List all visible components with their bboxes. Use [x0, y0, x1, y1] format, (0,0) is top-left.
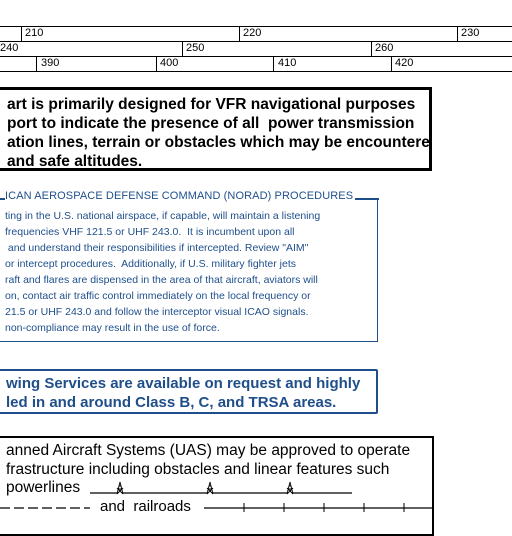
scale-row-3: 390 400 410 420: [0, 56, 512, 71]
norad-line: on, contact air traffic control immediat…: [5, 290, 311, 302]
scale-label: 240: [0, 42, 19, 54]
norad-line: 21.5 or UHF 243.0 and follow the interce…: [5, 306, 309, 318]
scale-label: 400: [160, 57, 179, 69]
scale-row-2: 240 250 260: [0, 41, 512, 56]
scale-label: 210: [25, 27, 44, 39]
norad-line: or intercept procedures. Additionally, i…: [5, 258, 297, 270]
norad-line: frequencies VHF 121.5 or UHF 243.0. It i…: [5, 226, 295, 238]
scale-label: 260: [375, 42, 394, 54]
norad-title: ICAN AEROSPACE DEFENSE COMMAND (NORAD) P…: [5, 188, 356, 204]
uas-line: frastructure including obstacles and lin…: [6, 460, 390, 478]
pipeline-dash-icon: [0, 507, 90, 509]
scale-label: 390: [41, 57, 60, 69]
towing-services-box: wing Services are available on request a…: [0, 369, 378, 414]
power-tower-icon: [206, 481, 214, 495]
scale-label: 230: [461, 27, 480, 39]
scale-row-1: 210 220 230: [0, 26, 512, 41]
uas-line-powerlines: powerlines: [6, 479, 81, 496]
vfr-line: and safe altitudes.: [7, 153, 143, 170]
powerline-legend: [90, 481, 352, 495]
scale-label: 420: [395, 57, 414, 69]
towing-line: led in and around Class B, C, and TRSA a…: [6, 394, 337, 411]
vfr-line: port to indicate the presence of all pow…: [7, 115, 415, 132]
towing-line: wing Services are available on request a…: [6, 375, 361, 392]
norad-body: ting in the U.S. national airspace, if c…: [5, 208, 320, 336]
norad-procedures-box: ICAN AEROSPACE DEFENSE COMMAND (NORAD) P…: [0, 188, 379, 342]
scale-label: 250: [186, 42, 205, 54]
norad-line: raft and flares are dispensed in the are…: [5, 274, 318, 286]
scale-label: 410: [278, 57, 297, 69]
norad-line: ting in the U.S. national airspace, if c…: [5, 210, 321, 222]
scale-label: 220: [243, 27, 262, 39]
uas-line: anned Aircraft Systems (UAS) may be appr…: [6, 442, 411, 459]
power-tower-icon: [286, 481, 294, 495]
norad-line: and understand their responsibilities if…: [5, 242, 309, 254]
railroad-line-icon: [204, 503, 432, 512]
vfr-line: ation lines, terrain or obstacles which …: [7, 134, 432, 151]
norad-line: non-compliance may result in the use of …: [5, 322, 220, 334]
vfr-line: art is primarily designed for VFR naviga…: [7, 96, 416, 113]
power-tower-icon: [116, 481, 124, 495]
vfr-notice-box: art is primarily designed for VFR naviga…: [0, 87, 432, 171]
